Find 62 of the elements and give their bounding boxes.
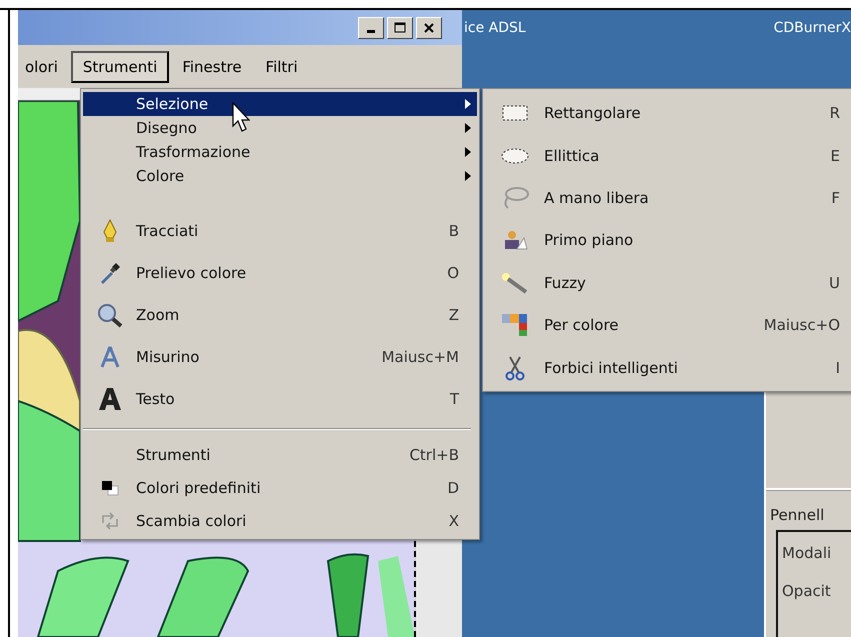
maximize-button[interactable]: [387, 16, 413, 38]
menu-item[interactable]: Rettangolare R: [485, 92, 851, 134]
menu-item[interactable]: Per colore Maiusc+O: [485, 304, 851, 346]
shortcut-label: T: [450, 390, 459, 408]
submenu-arrow-icon: [465, 123, 471, 133]
menu-item[interactable]: Fuzzy U: [485, 262, 851, 304]
shortcut-label: E: [830, 146, 840, 165]
shortcut-label: D: [447, 478, 459, 496]
menu-item[interactable]: Colori predefiniti D: [83, 471, 477, 504]
menu-item[interactable]: Zoom Z: [83, 294, 477, 336]
menu-item[interactable]: Misurino Maiusc+M: [83, 336, 477, 378]
menu-item[interactable]: Trasformazione: [83, 140, 477, 164]
close-button[interactable]: [416, 16, 442, 38]
menu-item[interactable]: Disegno: [83, 116, 477, 140]
minimize-button[interactable]: [358, 16, 384, 38]
shortcut-label: O: [447, 264, 459, 282]
color-select-icon: [500, 313, 528, 338]
desktop-icon-label[interactable]: ice ADSL: [464, 20, 526, 36]
mouse-pointer-icon: [232, 102, 252, 134]
pen-nib-icon: [100, 218, 118, 244]
close-icon: [424, 22, 434, 32]
submenu-arrow-icon: [465, 171, 471, 181]
scissors-icon: [504, 354, 526, 381]
submenu-arrow-icon: [465, 147, 471, 157]
menu-item[interactable]: Testo T: [83, 378, 477, 420]
magnifier-icon: [96, 302, 124, 328]
menu-item[interactable]: Scambia colori X: [83, 504, 477, 537]
menu-item[interactable]: Strumenti Ctrl+B: [83, 438, 477, 471]
shortcut-label: Maiusc+O: [764, 316, 840, 334]
compass-icon: [98, 345, 120, 369]
ellipse-select-icon: [500, 148, 528, 164]
shortcut-label: X: [448, 512, 459, 530]
shortcut-label: R: [830, 104, 840, 122]
menu-bar-item[interactable]: Filtri: [254, 52, 309, 82]
shortcut-label: Maiusc+M: [382, 348, 459, 366]
shortcut-label: F: [831, 188, 840, 207]
menu-item[interactable]: Tracciati B: [83, 210, 477, 252]
option-label: Modali: [782, 544, 832, 562]
menu-item[interactable]: Selezione: [83, 92, 477, 116]
rectangle-select-icon: [502, 105, 528, 122]
menu-item[interactable]: Prelievo colore O: [83, 252, 477, 294]
shortcut-label: Z: [448, 306, 459, 324]
shortcut-label: Ctrl+B: [409, 446, 459, 464]
menu-bar-item[interactable]: Strumenti: [70, 50, 170, 82]
minimize-icon: [367, 30, 375, 33]
maximize-icon: [394, 22, 406, 33]
menu-item[interactable]: Primo piano: [485, 219, 851, 262]
menu-bar-item[interactable]: olori: [14, 52, 69, 82]
shortcut-label: B: [448, 222, 459, 240]
menu-item[interactable]: A mano libera F: [485, 176, 851, 220]
option-label: Opacit: [782, 582, 832, 600]
menu-bar-item[interactable]: Finestre: [171, 52, 253, 82]
panel-title: Pennell: [770, 506, 826, 524]
text-tool-icon: [96, 387, 122, 411]
magic-wand-icon: [500, 272, 530, 294]
menu-item[interactable]: Forbici intelligenti I: [485, 346, 851, 389]
submenu-arrow-icon: [465, 99, 471, 109]
menu-item[interactable]: Ellittica E: [485, 134, 851, 177]
desktop-icon-label[interactable]: CDBurnerX: [774, 20, 851, 36]
menu-item[interactable]: Colore: [83, 164, 477, 188]
shortcut-label: I: [836, 358, 840, 377]
shortcut-label: U: [829, 274, 840, 292]
